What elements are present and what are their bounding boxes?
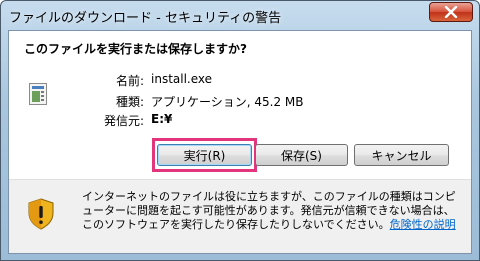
warning-panel: インターネットのファイルは役に立ちますが、このファイルの種類はコンピューターに問… bbox=[9, 180, 471, 253]
file-source-value: E:¥ bbox=[151, 112, 173, 126]
file-source-label: 発信元: bbox=[103, 114, 144, 128]
title-bar[interactable]: ファイルのダウンロード - セキュリティの警告 bbox=[1, 1, 479, 31]
file-name-value: install.exe bbox=[151, 72, 213, 86]
file-type-label: 種類: bbox=[115, 95, 144, 109]
risk-explanation-link[interactable]: 危険性の説明 bbox=[390, 218, 456, 231]
cancel-button[interactable]: キャンセル bbox=[354, 144, 449, 166]
close-button[interactable] bbox=[429, 2, 473, 22]
file-name-label: 名前: bbox=[115, 74, 144, 88]
save-button[interactable]: 保存(S) bbox=[255, 144, 348, 166]
run-button[interactable]: 実行(R) bbox=[157, 144, 252, 166]
dialog-body: このファイルを実行または保存しますか? 名前: install.exe 種類: … bbox=[8, 30, 472, 254]
file-type-value: アプリケーション, 45.2 MB bbox=[151, 95, 304, 109]
application-file-icon bbox=[29, 83, 47, 105]
warning-message: インターネットのファイルは役に立ちますが、このファイルの種類はコンピューターに問… bbox=[82, 190, 462, 232]
security-shield-icon bbox=[28, 198, 54, 230]
window-title: ファイルのダウンロード - セキュリティの警告 bbox=[9, 11, 282, 26]
download-security-dialog: ファイルのダウンロード - セキュリティの警告 このファイルを実行または保存しま… bbox=[0, 0, 480, 261]
question-heading: このファイルを実行または保存しますか? bbox=[24, 42, 247, 56]
close-icon bbox=[444, 6, 458, 18]
